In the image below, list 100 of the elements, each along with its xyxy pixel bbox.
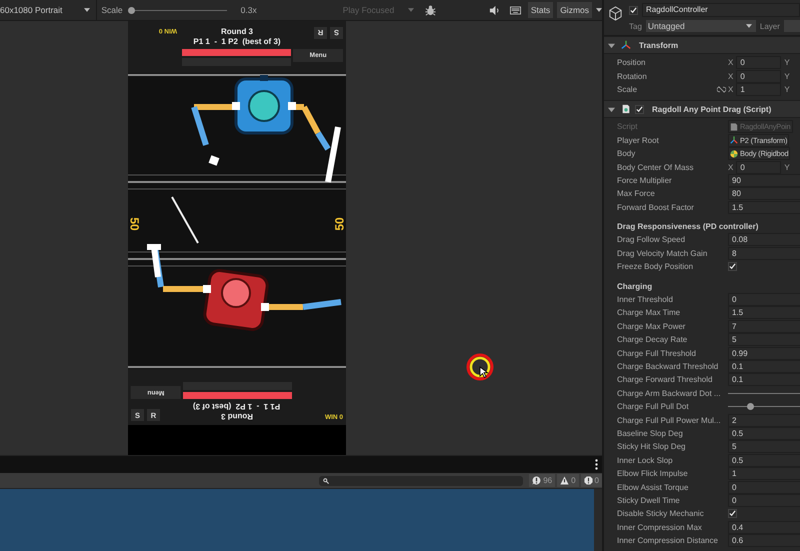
field-label: Drag Velocity Match Gain (617, 248, 708, 258)
section-header: Charging (617, 282, 652, 291)
stats-button[interactable]: Stats (528, 2, 554, 18)
axis-label: X (728, 72, 734, 81)
script-icon (621, 104, 631, 114)
field-label: Sticky Hit Slop Deg (617, 442, 686, 452)
number-field[interactable]: 8 (728, 246, 800, 260)
rigidbody-icon (730, 150, 738, 158)
resolution-dropdown[interactable]: 60x1080 Portrait (0, 0, 98, 20)
script-icon (730, 122, 738, 131)
match-score: P1 1 - 1 P2 (best of 3) (193, 37, 281, 47)
number-field[interactable]: 1.5 (728, 306, 800, 320)
round-title: Round 3 (221, 411, 253, 421)
section-header: Drag Responsiveness (PD controller) (617, 222, 758, 232)
field-label: Inner Compression Distance (617, 536, 717, 546)
object-name-field[interactable]: RagdollController (642, 3, 800, 17)
match-score: P1 1 - 1 P2 (best of 3) (193, 401, 281, 411)
number-field[interactable]: 0.6 (728, 534, 800, 548)
rope-line (170, 195, 200, 245)
field-label: Inner Threshold (617, 295, 674, 304)
field-label: Body Center Of Mass (617, 162, 694, 172)
field-label: Charge Decay Rate (617, 335, 688, 344)
layer-label: Layer (760, 22, 780, 30)
field-label: Script (617, 122, 638, 132)
number-field[interactable]: 80 (728, 187, 800, 200)
number-field[interactable]: 0 (736, 70, 782, 83)
number-field[interactable]: 1.5 (728, 200, 800, 214)
number-field[interactable]: 0.99 (728, 346, 800, 360)
component-title: Ragdoll Any Point Drag (Script) (652, 104, 772, 114)
field-label: Charge Backward Threshold (617, 362, 717, 371)
number-field[interactable]: 0.1 (728, 373, 800, 386)
number-field[interactable]: 5 (728, 440, 800, 454)
field-label: Scale (617, 84, 638, 94)
field-label: Inner Lock Slop (617, 456, 674, 465)
component-title: Transform (639, 40, 678, 50)
number-field[interactable]: 0 (728, 494, 800, 507)
cube-icon (608, 6, 623, 21)
search-icon (323, 478, 330, 484)
axis-label: X (728, 58, 734, 68)
caret-icon (84, 8, 90, 12)
component-header[interactable]: Transform (604, 36, 800, 54)
unlinked-chain-icon[interactable] (717, 86, 726, 93)
tag-dropdown[interactable]: Untagged (646, 20, 756, 32)
field-label: Charge Max Time (617, 308, 682, 318)
axis-label: X (728, 162, 734, 172)
axis-label: Y (784, 58, 790, 68)
number-field[interactable]: 1 (736, 82, 782, 96)
field-label: Forward Boost Factor (617, 202, 695, 212)
number-field[interactable]: 0 (736, 160, 782, 174)
toggle-checkbox[interactable] (728, 262, 737, 272)
caret-icon[interactable] (596, 8, 602, 12)
cursor-ring-icon (465, 352, 495, 382)
active-checkbox[interactable] (629, 6, 638, 14)
number-field[interactable]: 1 (728, 467, 800, 480)
axis-label: Y (784, 84, 790, 94)
field-label: Charge Forward Threshold (617, 375, 714, 384)
number-field[interactable]: 0.08 (728, 233, 800, 246)
field-label: Rotation (617, 72, 648, 81)
keyboard-icon[interactable] (510, 4, 521, 16)
field-label: Elbow Assist Torque (617, 482, 690, 492)
number-field[interactable]: 0 (728, 480, 800, 494)
toggle-checkbox[interactable] (728, 509, 737, 518)
tag-label: Tag (629, 22, 642, 30)
field-label: Position (617, 58, 646, 68)
score-number: 50 (128, 217, 142, 231)
speaker-icon[interactable] (488, 4, 500, 16)
field-label: Player Root (617, 136, 660, 145)
component-header[interactable]: Ragdoll Any Point Drag (Script) (604, 100, 800, 118)
field-label: Inner Compression Max (617, 522, 703, 532)
axis-label: Y (784, 162, 790, 172)
number-field[interactable]: 0.1 (728, 360, 800, 373)
score-number: 50 (332, 217, 346, 231)
info-icon (532, 476, 542, 485)
search-field[interactable] (319, 476, 524, 486)
axis-label: Y (784, 72, 790, 81)
number-field[interactable]: 90 (728, 174, 800, 187)
foldout-arrow-icon[interactable] (608, 106, 615, 113)
field-label: Charge Full Pull Dot (617, 402, 690, 412)
field-label: Body (617, 149, 636, 158)
field-label: Sticky Dwell Time (617, 496, 681, 505)
axis-label: X (728, 84, 734, 94)
caret-icon (746, 24, 752, 28)
number-field[interactable]: 2 (728, 414, 800, 427)
number-field[interactable]: 0.5 (728, 426, 800, 440)
number-field[interactable]: 0 (728, 293, 800, 306)
number-field[interactable]: 5 (728, 333, 800, 346)
field-label: Freeze Body Position (617, 262, 694, 272)
field-label: Disable Sticky Mechanic (617, 509, 705, 518)
number-field[interactable]: 0.4 (728, 520, 800, 534)
bug-icon[interactable] (425, 4, 436, 16)
gizmos-button[interactable]: Gizmos (557, 2, 592, 18)
number-field[interactable]: 0.5 (728, 454, 800, 467)
transform-axes-icon (730, 136, 738, 144)
field-label: Charge Full Threshold (617, 348, 698, 358)
number-field[interactable]: 7 (728, 320, 800, 333)
foldout-arrow-icon[interactable] (608, 42, 615, 48)
more-menu-icon[interactable] (595, 459, 598, 470)
round-title: Round 3 (221, 27, 253, 37)
number-field[interactable]: 0 (736, 56, 782, 70)
component-checkbox[interactable] (635, 104, 644, 114)
